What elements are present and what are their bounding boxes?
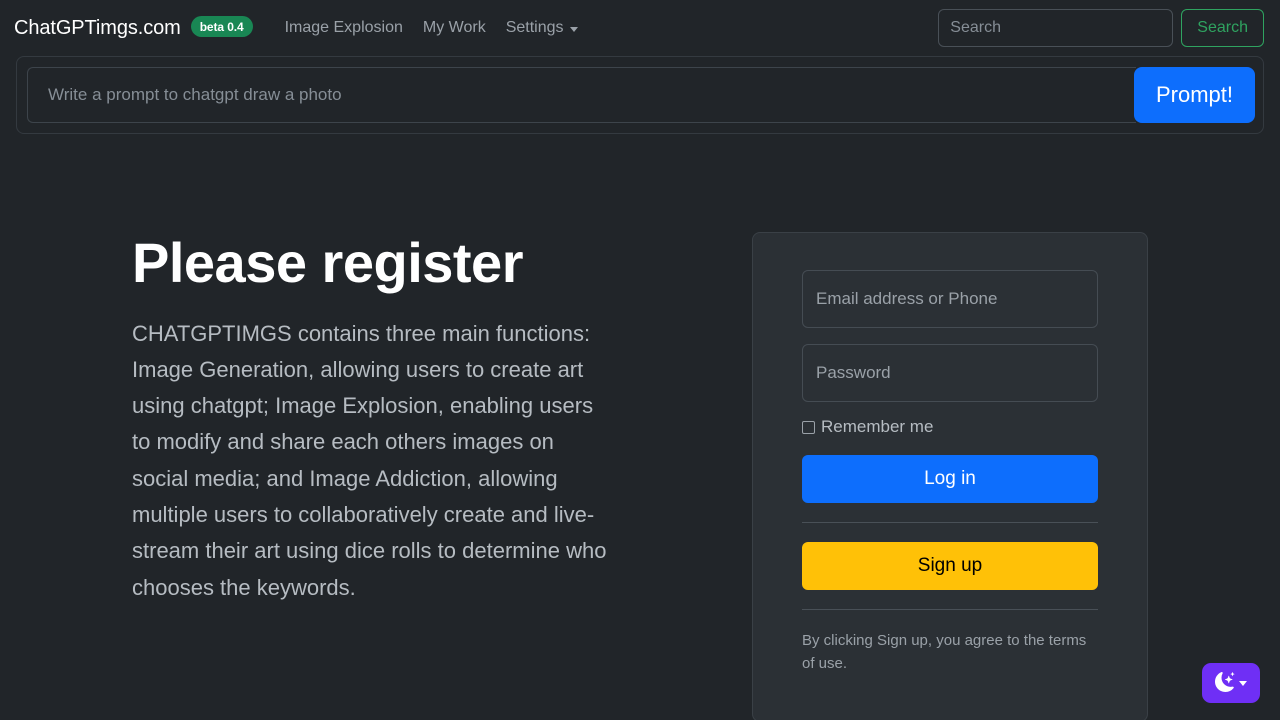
hero-description: CHATGPTIMGS contains three main function… bbox=[132, 320, 607, 600]
page-title: Please register bbox=[132, 231, 523, 294]
login-card: Remember me Log in Sign up By clicking S… bbox=[752, 232, 1148, 720]
prompt-bar: Prompt! bbox=[16, 56, 1264, 134]
remember-me-checkbox[interactable] bbox=[802, 420, 815, 434]
terms-text: By clicking Sign up, you agree to the te… bbox=[802, 632, 1087, 673]
search-button[interactable]: Search bbox=[1181, 9, 1264, 47]
nav-link-image-explosion-label: Image Explosion bbox=[284, 19, 403, 36]
search-input[interactable] bbox=[938, 9, 1174, 47]
login-button[interactable]: Log in bbox=[802, 455, 1098, 503]
nav-links: Image Explosion My Work Settings bbox=[285, 19, 578, 37]
login-card-wrapper: Remember me Log in Sign up By clicking S… bbox=[752, 232, 1148, 720]
nav-link-my-work-label: My Work bbox=[422, 19, 486, 36]
remember-me-row[interactable]: Remember me bbox=[802, 417, 1098, 437]
theme-toggle-button[interactable] bbox=[1202, 663, 1260, 703]
nav-link-my-work[interactable]: My Work bbox=[423, 19, 486, 37]
prompt-submit-button[interactable]: Prompt! bbox=[1133, 67, 1255, 123]
hero-section: Please register CHATGPTIMGS contains thr… bbox=[16, 232, 636, 606]
card-divider-bottom bbox=[802, 609, 1098, 610]
card-divider-top bbox=[802, 522, 1098, 523]
prompt-input[interactable] bbox=[27, 67, 1136, 123]
brand-name: ChatGPTimgs.com bbox=[14, 17, 181, 39]
beta-badge: beta 0.4 bbox=[190, 16, 253, 37]
remember-me-label: Remember me bbox=[821, 417, 934, 436]
nav-link-image-explosion[interactable]: Image Explosion bbox=[285, 19, 403, 37]
chevron-down-icon bbox=[1239, 680, 1247, 686]
navbar-search-group: Search bbox=[938, 9, 1264, 47]
chevron-down-icon bbox=[569, 26, 578, 32]
top-navbar: ChatGPTimgs.com beta 0.4 Image Explosion … bbox=[0, 0, 1280, 56]
main-content: Please register CHATGPTIMGS contains thr… bbox=[0, 232, 1280, 720]
email-field[interactable] bbox=[802, 270, 1098, 328]
password-field[interactable] bbox=[802, 344, 1098, 402]
nav-link-settings-label: Settings bbox=[505, 19, 564, 36]
signup-button[interactable]: Sign up bbox=[802, 542, 1098, 590]
brand-logo[interactable]: ChatGPTimgs.com beta 0.4 bbox=[14, 16, 253, 40]
nav-link-settings[interactable]: Settings bbox=[506, 19, 578, 37]
moon-stars-icon bbox=[1215, 671, 1235, 695]
